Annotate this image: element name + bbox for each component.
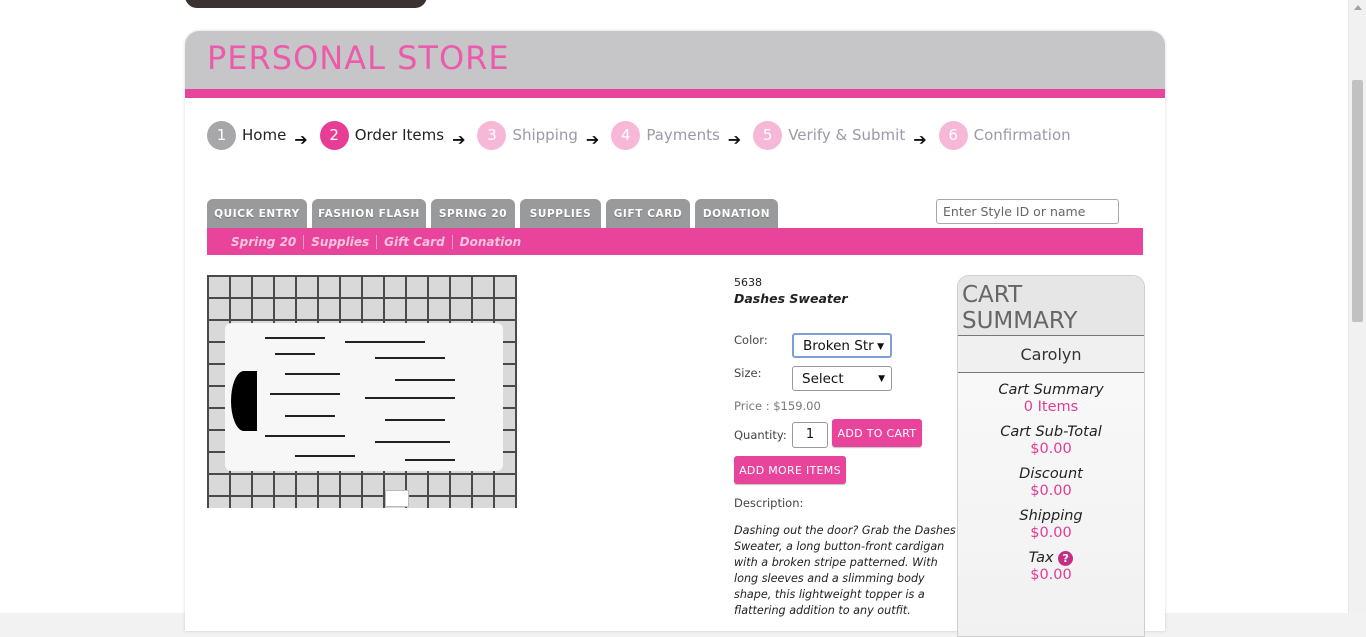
step-label: Home (242, 126, 287, 144)
stripe (295, 455, 355, 457)
product-description: Dashing out the door? Grab the Dashes Sw… (734, 524, 956, 617)
stripe (285, 415, 335, 417)
stripe (275, 353, 315, 355)
step-label: Order Items (354, 126, 445, 144)
subtotal-value: $0.00 (1030, 441, 1072, 457)
tab-fashion-flash[interactable]: FASHION FLASH (312, 199, 426, 228)
stripe (265, 337, 325, 339)
vertical-scrollbar[interactable] (1348, 0, 1366, 613)
dropdown-caret-icon: ▼ (878, 374, 885, 384)
step-home[interactable]: 1 Home ➔ (207, 120, 316, 150)
step-number: 6 (938, 120, 968, 150)
add-more-items-button[interactable]: ADD MORE ITEMS (734, 456, 846, 484)
subnav-gift-card[interactable]: Gift Card (376, 234, 452, 249)
stripe (285, 373, 340, 375)
cart-summary-label: Cart Summary (998, 382, 1104, 398)
quantity-input[interactable]: 1 (792, 422, 828, 448)
quantity-label: Quantity: (734, 428, 787, 442)
stripe (345, 341, 425, 343)
step-shipping: 3 Shipping ➔ (477, 120, 607, 150)
product-details: 5638 Dashes Sweater (734, 276, 959, 306)
discount-value: $0.00 (1030, 483, 1072, 499)
subnav-spring-20[interactable]: Spring 20 (217, 235, 303, 249)
stripe (365, 397, 455, 399)
step-number: 5 (753, 120, 783, 150)
cart-user-name: Carolyn (958, 336, 1144, 373)
shipping-value: $0.00 (1030, 525, 1072, 541)
dropdown-caret-icon: ▼ (877, 342, 884, 352)
style-search-input[interactable] (936, 199, 1119, 224)
store-header: PERSONAL STORE (185, 31, 1165, 89)
store-title: PERSONAL STORE (207, 39, 510, 77)
stripe (385, 419, 445, 421)
product-name: Dashes Sweater (734, 291, 848, 306)
arrow-right-icon: ➔ (452, 129, 466, 149)
help-icon[interactable]: ? (1058, 550, 1074, 566)
tab-gift-card[interactable]: GIFT CARD (606, 199, 690, 228)
step-confirmation: 6 Confirmation (938, 120, 1071, 150)
color-select[interactable]: Broken Str ▼ (792, 333, 892, 358)
sweater-cuff (231, 371, 257, 431)
shipping-label: Shipping (1019, 508, 1083, 524)
cart-item-count[interactable]: 0 Items (958, 399, 1144, 415)
category-tabs: QUICK ENTRY FASHION FLASH SPRING 20 SUPP… (207, 199, 783, 228)
wall-outlet (385, 490, 409, 507)
step-number: 1 (207, 120, 236, 150)
stripe (270, 393, 340, 395)
size-select-value: Select (802, 370, 844, 387)
size-label: Size: (734, 366, 762, 380)
step-label: Verify & Submit (788, 126, 906, 144)
sweater-image (225, 323, 503, 471)
arrow-right-icon: ➔ (585, 129, 600, 149)
size-select[interactable]: Select ▼ (792, 366, 892, 391)
stripe (405, 459, 455, 461)
sub-navigation: Spring 20 Supplies Gift Card Donation (207, 228, 1143, 255)
step-label: Shipping (512, 126, 578, 144)
tab-quick-entry[interactable]: QUICK ENTRY (207, 199, 307, 228)
subtotal-label: Cart Sub-Total (1000, 424, 1102, 440)
step-payments: 4 Payments ➔ (611, 120, 749, 150)
discount-label: Discount (1019, 466, 1083, 482)
tab-donation[interactable]: DONATION (695, 199, 778, 228)
subnav-supplies[interactable]: Supplies (303, 234, 376, 249)
cart-summary-title: CART SUMMARY (958, 276, 1144, 336)
tax-value: $0.00 (1030, 567, 1072, 583)
tab-spring-20[interactable]: SPRING 20 (431, 199, 515, 228)
tax-label: Tax (1028, 550, 1054, 566)
arrow-right-icon: ➔ (727, 129, 742, 149)
style-id: 5638 (734, 276, 762, 289)
product-price: Price : $159.00 (734, 399, 821, 413)
header-rule (185, 89, 1165, 98)
subnav-donation[interactable]: Donation (451, 234, 528, 249)
checkout-steps: 1 Home ➔ 2 Order Items ➔ 3 Shipping ➔ 4 … (207, 120, 1075, 150)
stripe (375, 357, 445, 359)
step-number: 4 (611, 120, 641, 150)
cart-summary-panel: CART SUMMARY Carolyn Cart Summary 0 Item… (957, 275, 1145, 637)
step-label: Payments (646, 126, 720, 144)
color-select-value: Broken Str (803, 337, 874, 354)
scrollbar-thumb[interactable] (1352, 80, 1363, 322)
stripe (395, 379, 455, 381)
step-label: Confirmation (973, 126, 1071, 144)
store-panel: PERSONAL STORE 1 Home ➔ 2 Order Items ➔ … (185, 31, 1165, 637)
step-number: 2 (319, 120, 349, 150)
arrow-right-icon: ➔ (913, 129, 927, 149)
stripe (375, 441, 450, 443)
arrow-right-icon: ➔ (294, 129, 308, 149)
description-label: Description: (734, 496, 804, 510)
color-label: Color: (734, 333, 768, 347)
product-image[interactable] (207, 275, 517, 508)
scroll-up-icon[interactable] (1354, 5, 1362, 10)
stripe (265, 435, 345, 437)
top-bar-stub (185, 0, 427, 8)
step-verify-submit: 5 Verify & Submit ➔ (753, 120, 934, 150)
add-to-cart-button[interactable]: ADD TO CART (832, 419, 922, 447)
step-order-items[interactable]: 2 Order Items ➔ (319, 120, 474, 150)
tab-supplies[interactable]: SUPPLIES (520, 199, 601, 228)
step-number: 3 (477, 120, 507, 150)
